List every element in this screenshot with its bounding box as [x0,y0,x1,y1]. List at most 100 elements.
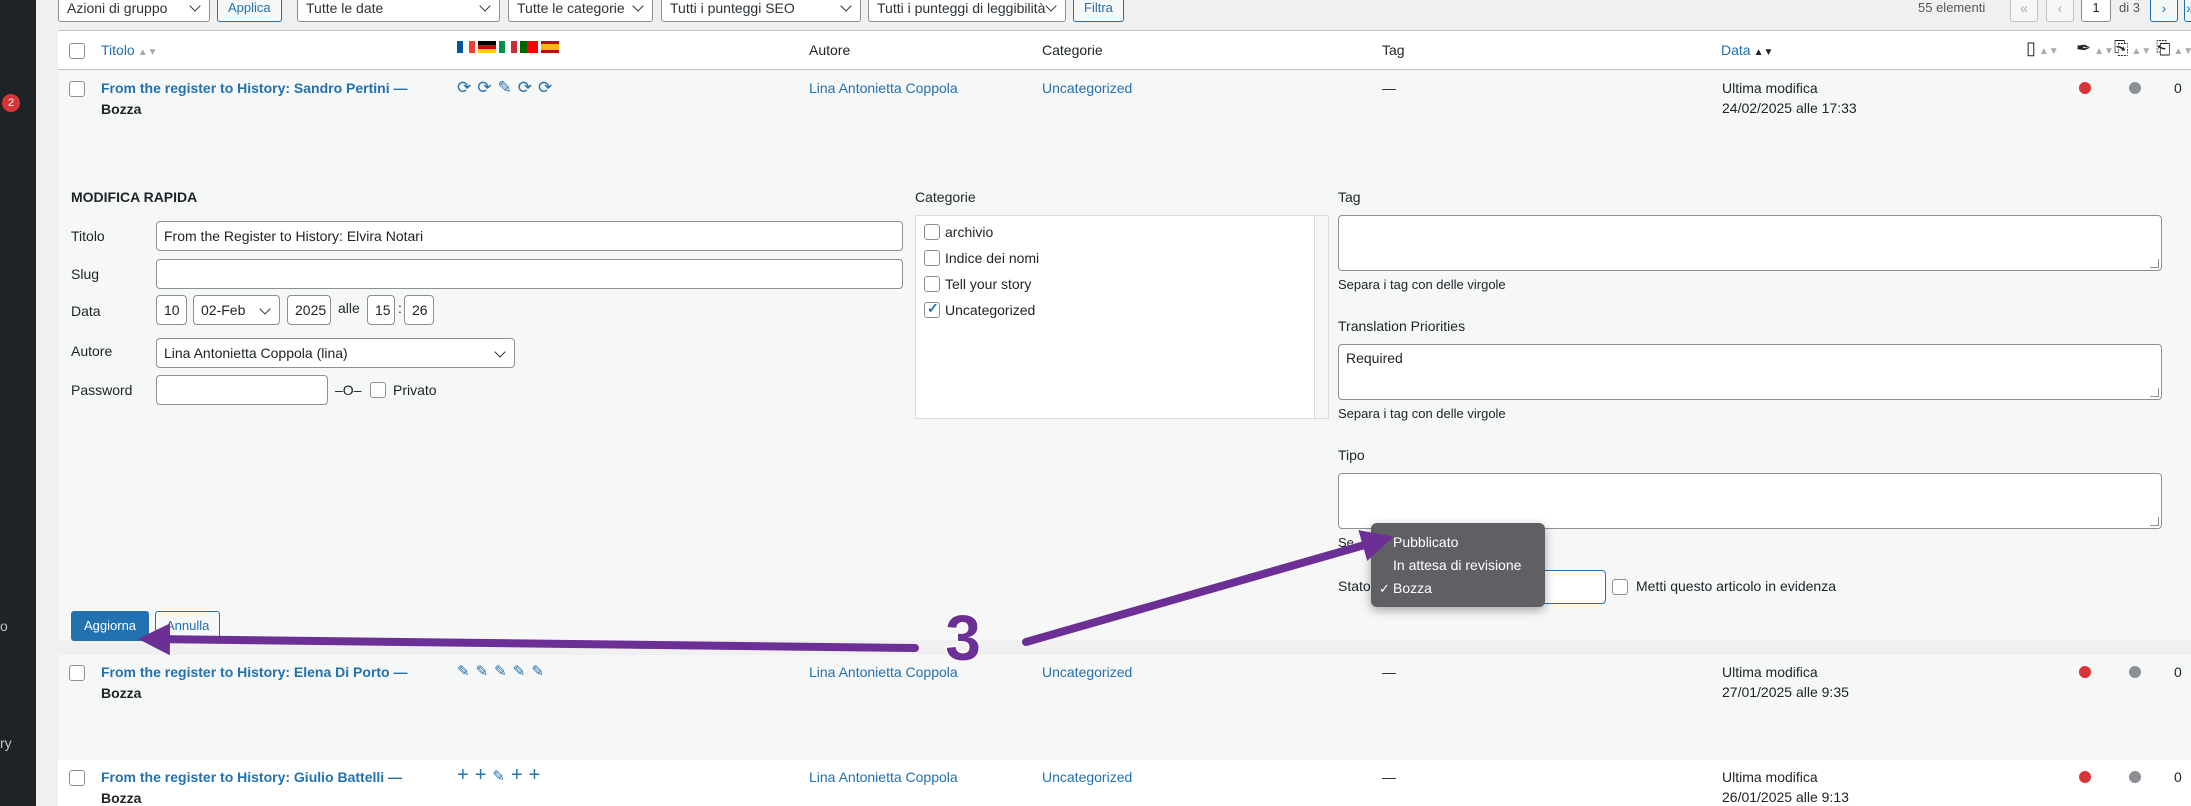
flag-de-icon [478,41,496,53]
add-icon[interactable]: + [529,764,541,787]
category-filter-select[interactable]: Tutte le categorie [508,0,653,22]
edit-icon[interactable]: ✎ [513,662,526,680]
slug-input[interactable] [156,259,903,289]
readability-dot-icon [2129,82,2141,94]
add-icon[interactable]: + [511,764,523,787]
tag-label: Tag [1338,189,1361,205]
readability-filter-select[interactable]: Tutti i punteggi di leggibilità [868,0,1066,22]
post-title-link[interactable]: From the register to History: Giulio Bat… [101,767,421,806]
apply-button[interactable]: Applica [217,0,282,22]
category-checkbox[interactable] [924,250,940,266]
category-checkbox[interactable] [924,300,940,318]
password-input[interactable] [156,375,328,405]
type-hint: Se [1338,535,1354,550]
title-label: Titolo [71,228,105,244]
date-filter-select[interactable]: Tutte le date [297,0,500,22]
refresh-icon[interactable]: ⟳ [518,78,532,98]
bulk-actions-select[interactable]: Azioni di gruppo [58,0,210,22]
seo-score-dot-icon [2079,771,2091,783]
tag-hint: Separa i tag con delle virgole [1338,277,1506,292]
column-author-header: Autore [809,42,851,58]
row-checkbox[interactable] [69,665,85,681]
edit-icon[interactable]: ✎ [498,78,512,98]
at-label: alle [338,300,360,316]
title-input[interactable]: From the Register to History: Elvira Not… [156,221,903,251]
author-link[interactable]: Lina Antonietta Coppola [809,78,958,99]
tag-cell: — [1382,769,1396,785]
year-input[interactable]: 2025 [287,295,331,325]
category-item[interactable]: Tell your story [924,276,1031,292]
current-page-input[interactable]: 1 [2081,0,2111,22]
links-count: 0 [2174,80,2182,96]
category-checkbox[interactable] [924,224,940,240]
refresh-icon[interactable]: ⟳ [477,78,491,98]
cancel-button[interactable]: Annulla [155,611,221,641]
status-option-published[interactable]: Pubblicato [1371,531,1545,554]
edit-icon[interactable]: ✎ [492,764,505,787]
month-select[interactable]: 02-Feb [193,295,280,325]
prev-page-button[interactable]: ‹ [2046,0,2074,22]
status-option-draft[interactable]: Bozza [1371,577,1545,600]
category-link[interactable]: Uncategorized [1042,767,1132,788]
items-count: 55 elementi [1918,0,1986,15]
author-label: Autore [71,343,113,359]
seo-score-column-icon[interactable]: ▯ ▲▼ [2026,38,2059,59]
row-checkbox[interactable] [69,81,85,97]
edit-icon[interactable]: ✎ [531,662,544,680]
time-separator: : [398,300,402,316]
or-separator: –O– [335,382,362,398]
category-item[interactable]: Uncategorized [924,300,1035,318]
add-icon[interactable]: + [475,764,487,787]
minute-input[interactable]: 26 [404,295,434,325]
add-icon[interactable]: + [457,764,469,787]
column-title-header[interactable]: Titolo ▲▼ [101,42,158,58]
post-title-link[interactable]: From the register to History: Elena Di P… [101,662,421,704]
status-dropdown-menu: Pubblicato In attesa di revisione Bozza [1371,523,1545,607]
type-textarea[interactable] [1338,473,2162,529]
category-link[interactable]: Uncategorized [1042,78,1132,99]
post-title-link[interactable]: From the register to History: Sandro Per… [101,78,421,120]
slug-label: Slug [71,266,100,282]
incoming-links-column-icon[interactable]: ⎗ ▲▼ [2156,38,2191,59]
sidebar-item-fragment[interactable]: ry [0,735,12,751]
edit-icon[interactable]: ✎ [494,662,507,680]
seo-filter-select[interactable]: Tutti i punteggi SEO [661,0,861,22]
refresh-icon[interactable]: ⟳ [538,78,552,98]
private-checkbox[interactable] [370,382,386,398]
date-label: Ultima modifica [1722,664,1818,680]
category-link[interactable]: Uncategorized [1042,662,1132,683]
author-link[interactable]: Lina Antonietta Coppola [809,767,958,788]
filter-button[interactable]: Filtra [1073,0,1124,22]
quick-edit-heading: MODIFICA RAPIDA [71,189,198,205]
category-item[interactable]: Indice dei nomi [924,250,1039,266]
edit-icon[interactable]: ✎ [476,662,489,680]
links-count: 0 [2174,664,2182,680]
hour-input[interactable]: 15 [367,295,395,325]
author-select[interactable]: Lina Antonietta Coppola (lina) [156,338,515,368]
tags-textarea[interactable] [1338,215,2162,271]
column-date-header[interactable]: Data ▲▼ [1721,42,1773,58]
readability-column-icon[interactable]: ✒ ▲▼ [2076,38,2114,59]
date-value: 24/02/2025 alle 17:33 [1722,100,1857,116]
select-all-checkbox[interactable] [69,43,85,59]
next-page-button[interactable]: › [2150,0,2178,22]
category-item[interactable]: archivio [924,224,993,240]
author-link[interactable]: Lina Antonietta Coppola [809,662,958,683]
first-page-button[interactable]: « [2010,0,2038,22]
tag-cell: — [1382,80,1396,96]
links-count: 0 [2174,769,2182,785]
update-button[interactable]: Aggiorna [71,611,150,641]
outgoing-links-column-icon[interactable]: ⎘ ▲▼ [2114,38,2151,59]
scrollbar[interactable] [1314,216,1328,418]
row-checkbox[interactable] [69,770,85,786]
last-page-button[interactable]: » [2184,0,2191,22]
category-checkbox[interactable] [924,276,940,292]
sticky-checkbox[interactable] [1612,579,1628,595]
quick-edit-panel: MODIFICA RAPIDA Titolo From the Register… [58,175,2191,641]
edit-icon[interactable]: ✎ [457,662,470,680]
refresh-icon[interactable]: ⟳ [457,78,471,98]
status-option-pending[interactable]: In attesa di revisione [1371,554,1545,577]
day-input[interactable]: 10 [156,295,187,325]
priorities-textarea[interactable]: Required [1338,344,2162,400]
sidebar-item-fragment[interactable]: o [0,618,8,634]
